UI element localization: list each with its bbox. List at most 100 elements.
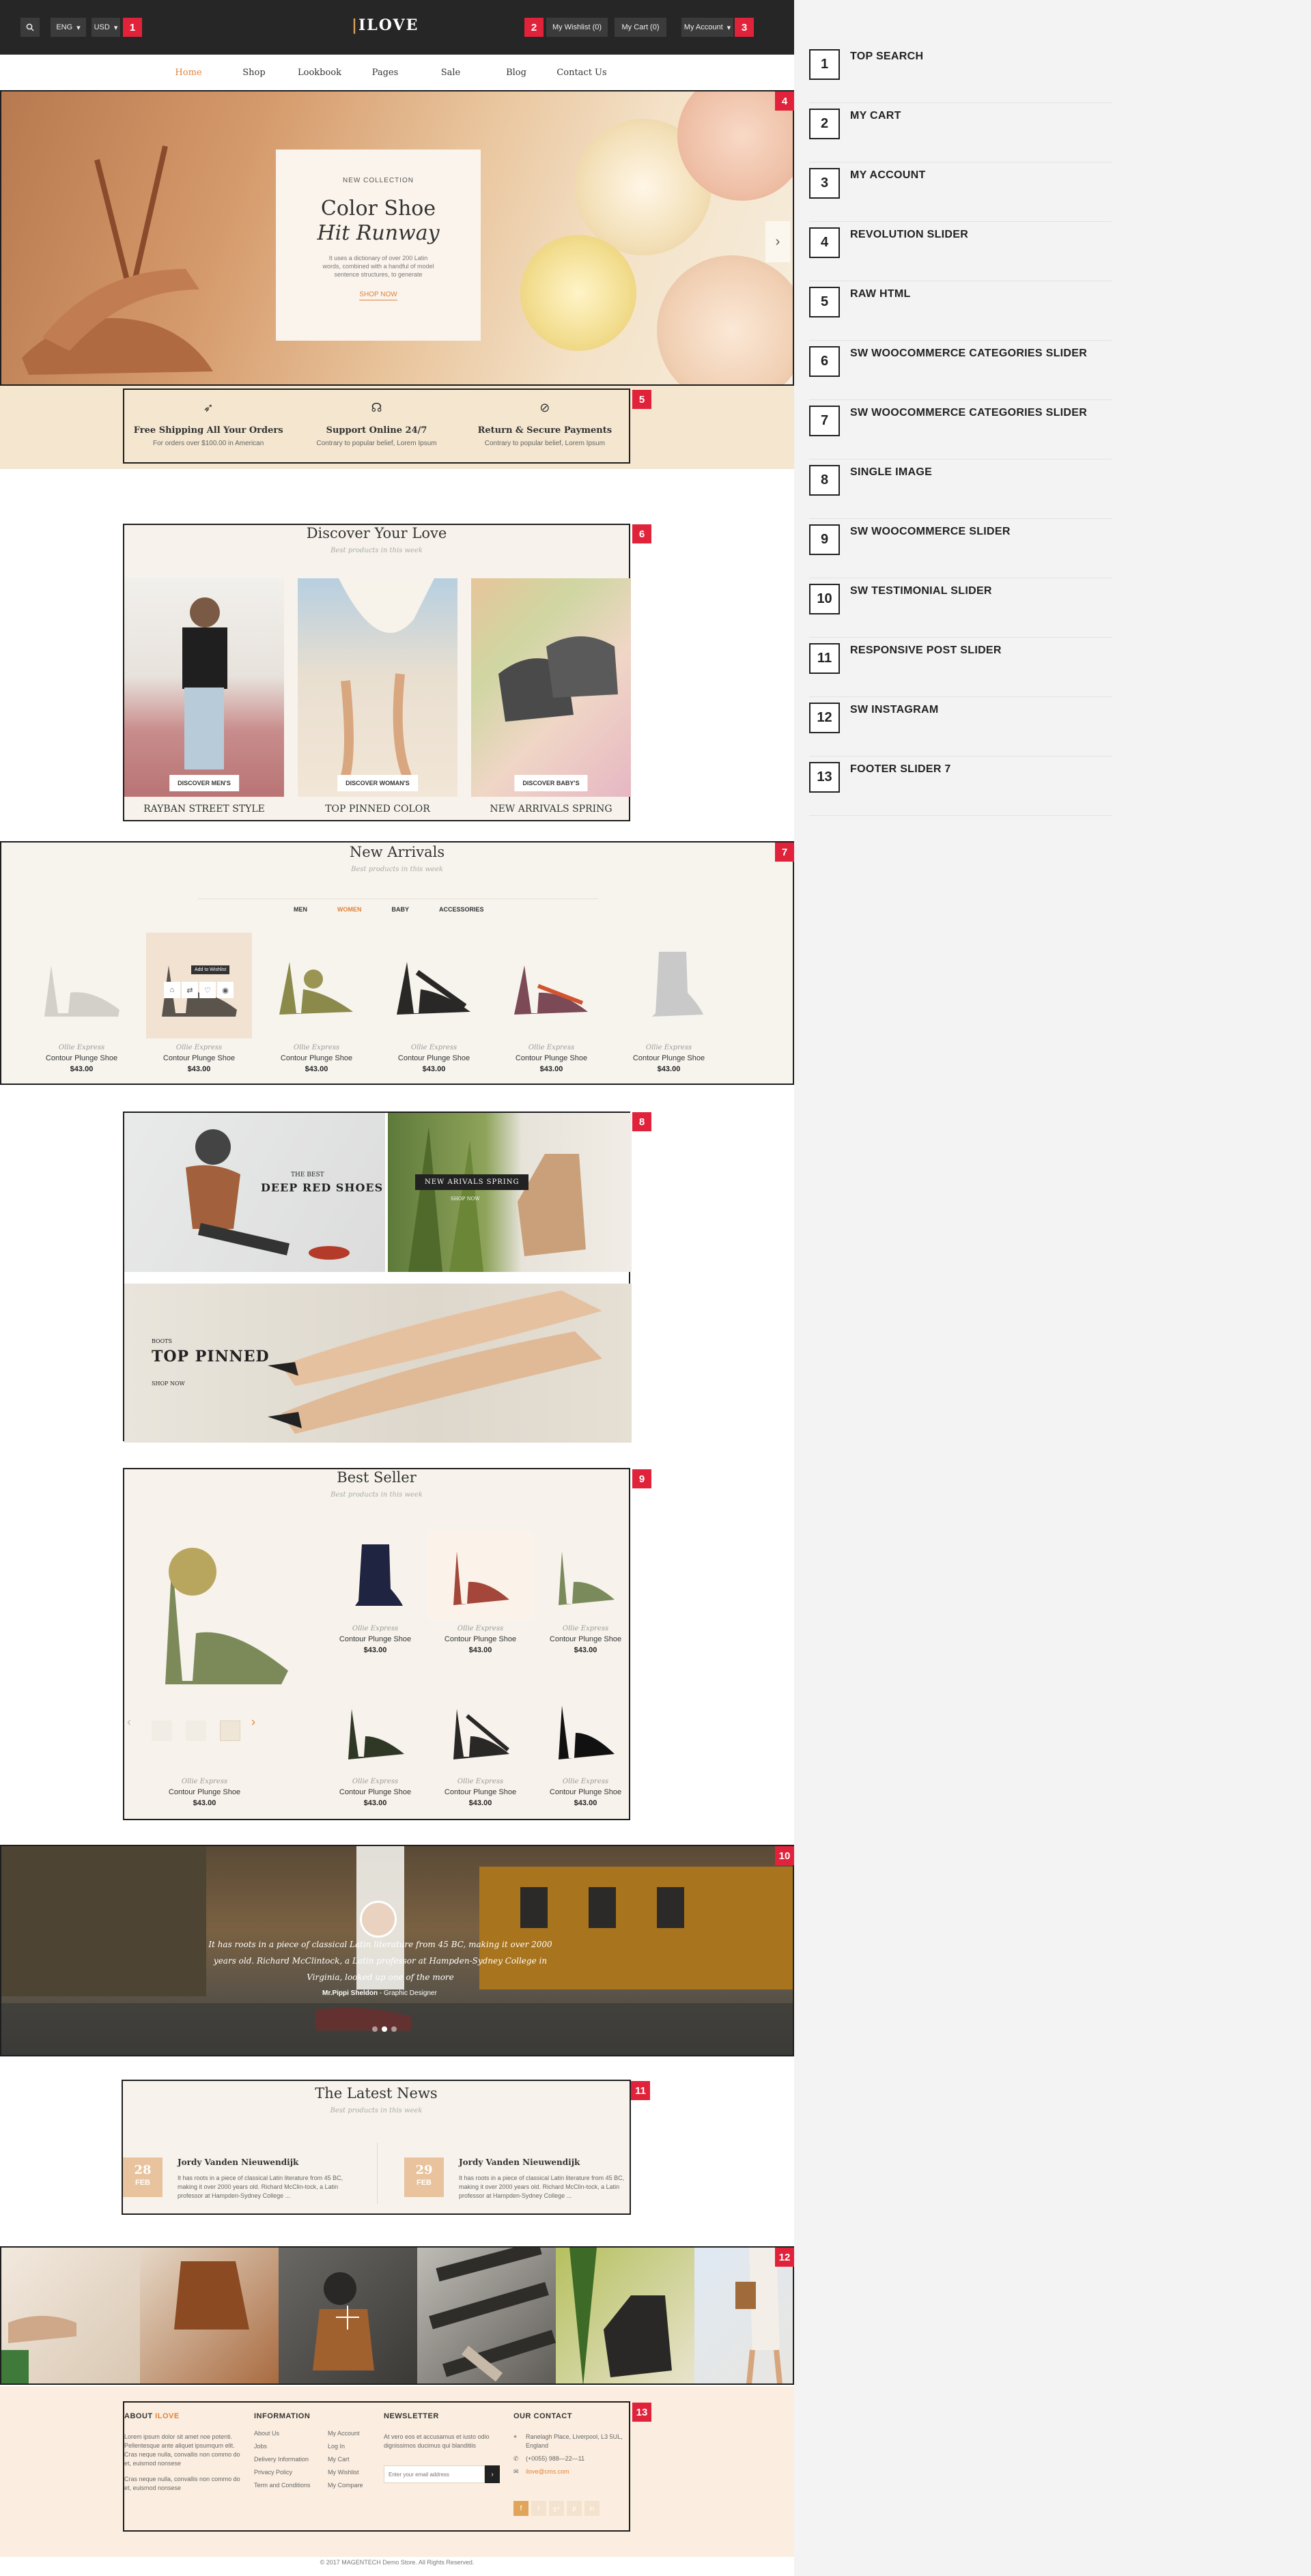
category-woman[interactable]: DISCOVER WOMAN'S bbox=[298, 578, 457, 797]
location-icon: ⌖ bbox=[513, 2433, 518, 2440]
chevron-down-icon: ▾ bbox=[113, 23, 118, 32]
wishlist-link[interactable]: My Wishlist (0) bbox=[546, 18, 608, 37]
chevron-left-icon[interactable]: ‹ bbox=[127, 1715, 131, 1729]
tab-baby[interactable]: BABY bbox=[392, 906, 410, 913]
thumbnail[interactable] bbox=[220, 1721, 240, 1741]
module-legend: 1 TOP SEARCH 2 MY CART 3 MY ACCOUNT 4 REVOLU… bbox=[809, 44, 1112, 816]
category-baby[interactable]: DISCOVER BABY'S bbox=[471, 578, 631, 797]
logo[interactable]: |ILOVE bbox=[352, 16, 419, 34]
footer-information: INFORMATION About Us Jobs Delivery Infor… bbox=[254, 2412, 377, 2489]
banner-image bbox=[408, 1127, 586, 1272]
newsletter-email-input[interactable] bbox=[384, 2465, 485, 2483]
footer-link[interactable]: Jobs bbox=[254, 2440, 311, 2453]
category-men[interactable]: DISCOVER MEN'S bbox=[124, 578, 284, 797]
main-nav: Home Shop Lookbook Pages Sale Blog Conta… bbox=[0, 55, 794, 90]
news-post[interactable]: 29 FEB Jordy Vanden Nieuwendijk It has ro… bbox=[404, 2149, 636, 2211]
instagram-tile[interactable] bbox=[417, 2248, 556, 2383]
product-card[interactable]: Ollie Express Contour Plunge Shoe $43.00 bbox=[322, 1531, 428, 1654]
banner-deep-red[interactable]: THE BEST DEEP RED SHOES bbox=[124, 1113, 385, 1272]
product-card[interactable]: Ollie Express Contour Plunge Shoe $43.00 bbox=[427, 1686, 533, 1807]
slider-dot[interactable] bbox=[372, 2026, 378, 2032]
nav-contact[interactable]: Contact Us bbox=[549, 68, 615, 78]
product-card-hover[interactable]: Add to Wishlist ⌂ ⇄ ♡ ◉ Ollie Express Co… bbox=[146, 933, 252, 1073]
footer-link[interactable]: My Cart bbox=[328, 2453, 363, 2466]
instagram-tile[interactable] bbox=[1, 2248, 140, 2383]
featured-product[interactable] bbox=[145, 1531, 302, 1688]
compare-icon[interactable]: ⇄ bbox=[182, 982, 198, 998]
eye-icon[interactable]: ◉ bbox=[217, 982, 234, 998]
twitter-icon[interactable]: t bbox=[531, 2501, 546, 2516]
tab-accessories[interactable]: ACCESSORIES bbox=[439, 906, 484, 913]
pinterest-icon[interactable]: p bbox=[567, 2501, 582, 2516]
chevron-right-icon[interactable]: › bbox=[251, 1715, 255, 1729]
footer-link[interactable]: My Account bbox=[328, 2427, 363, 2440]
category-label[interactable]: RAYBAN STREET STYLE bbox=[124, 804, 284, 815]
category-label[interactable]: TOP PINNED COLOR bbox=[298, 804, 457, 815]
instagram-tile[interactable] bbox=[694, 2248, 793, 2383]
badge-1: 1 bbox=[123, 18, 142, 37]
facebook-icon[interactable]: f bbox=[513, 2501, 528, 2516]
instagram-tile[interactable] bbox=[279, 2248, 417, 2383]
legend-item: 5 RAW HTML bbox=[809, 281, 1112, 341]
product-card[interactable]: Ollie Express Contour Plunge Shoe $43.00 bbox=[533, 1531, 638, 1654]
footer-link[interactable]: My Wishlist bbox=[328, 2466, 363, 2479]
bestseller-title: Best Seller bbox=[337, 1469, 417, 1486]
product-card[interactable]: Ollie Express Contour Plunge Shoe $43.00 bbox=[616, 933, 722, 1073]
category-label[interactable]: NEW ARRIVALS SPRING bbox=[471, 804, 631, 815]
badge-6: 6 bbox=[632, 524, 651, 543]
banner-new-arrivals[interactable]: NEW ARIVALS SPRING SHOP NOW bbox=[388, 1113, 632, 1272]
legend-item: 8 SINGLE IMAGE bbox=[809, 459, 1112, 519]
footer-link[interactable]: Delivery Information bbox=[254, 2453, 311, 2466]
instagram-image bbox=[429, 2248, 556, 2382]
currency-select[interactable]: USD ▾ bbox=[91, 18, 120, 37]
slider-next-button[interactable]: › bbox=[765, 221, 790, 262]
subscribe-button[interactable]: › bbox=[485, 2465, 500, 2483]
post-date: 29 FEB bbox=[404, 2157, 444, 2197]
cart-icon[interactable]: ⌂ bbox=[164, 982, 180, 998]
news-post[interactable]: 28 FEB Jordy Vanden Nieuwendijk It has ro… bbox=[123, 2149, 355, 2211]
footer-link[interactable]: My Compare bbox=[328, 2479, 363, 2492]
legend-item: 10 SW TESTIMONIAL SLIDER bbox=[809, 578, 1112, 638]
badge-2: 2 bbox=[524, 18, 544, 37]
nav-shop[interactable]: Shop bbox=[221, 68, 287, 78]
footer-link[interactable]: Privacy Policy bbox=[254, 2466, 311, 2479]
search-button[interactable] bbox=[20, 18, 40, 37]
product-card[interactable]: Ollie Express Contour Plunge Shoe $43.00 bbox=[381, 933, 487, 1073]
product-card[interactable]: Ollie Express Contour Plunge Shoe $43.00 bbox=[264, 933, 369, 1073]
hero-shop-now[interactable]: SHOP NOW bbox=[359, 291, 397, 300]
linkedin-icon[interactable]: in bbox=[584, 2501, 600, 2516]
hero-slider: NEW COLLECTION Color Shoe Hit Runway It u… bbox=[0, 90, 794, 386]
thumbnail[interactable] bbox=[186, 1721, 206, 1741]
post-date: 28 FEB bbox=[123, 2157, 163, 2197]
testimonial-author: Mr.Pippi Sheldon - Graphic Designer bbox=[322, 1990, 437, 1997]
product-card[interactable]: Ollie Express Contour Plunge Shoe $43.00 bbox=[498, 933, 604, 1073]
instagram-tile[interactable] bbox=[556, 2248, 694, 2383]
language-select[interactable]: ENG ▾ bbox=[51, 18, 86, 37]
nav-home[interactable]: Home bbox=[156, 68, 221, 78]
google-plus-icon[interactable]: g+ bbox=[549, 2501, 564, 2516]
banner-top-pinned[interactable]: BOOTS TOP PINNED SHOP NOW bbox=[124, 1284, 632, 1443]
hero-text: It uses a dictionary of over 200 Latin w… bbox=[322, 255, 434, 278]
slider-dot[interactable] bbox=[391, 2026, 397, 2032]
tab-men[interactable]: MEN bbox=[294, 906, 307, 913]
thumbnail[interactable] bbox=[152, 1721, 172, 1741]
instagram-tile[interactable] bbox=[140, 2248, 279, 2383]
nav-lookbook[interactable]: Lookbook bbox=[287, 68, 352, 78]
product-card[interactable]: Ollie Express Contour Plunge Shoe $43.00 bbox=[427, 1531, 533, 1654]
nav-pages[interactable]: Pages bbox=[352, 68, 418, 78]
product-card[interactable]: Ollie Express Contour Plunge Shoe $43.00 bbox=[322, 1686, 428, 1807]
product-card[interactable]: Ollie Express Contour Plunge Shoe $43.00 bbox=[152, 1772, 257, 1807]
categories-slider: Discover Your Love Best products in this… bbox=[123, 524, 631, 821]
footer-link[interactable]: Log In bbox=[328, 2440, 363, 2453]
heart-icon[interactable]: ♡ bbox=[199, 982, 216, 998]
account-menu[interactable]: My Account ▾ bbox=[681, 18, 733, 37]
nav-sale[interactable]: Sale bbox=[418, 68, 483, 78]
product-card[interactable]: Ollie Express Contour Plunge Shoe $43.00 bbox=[533, 1686, 638, 1807]
product-card[interactable]: Ollie Express Contour Plunge Shoe $43.00 bbox=[29, 933, 135, 1073]
cart-link[interactable]: My Cart (0) bbox=[615, 18, 666, 37]
footer-link[interactable]: Term and Conditions bbox=[254, 2479, 311, 2492]
nav-blog[interactable]: Blog bbox=[483, 68, 549, 78]
tab-women[interactable]: WOMEN bbox=[337, 906, 362, 913]
slider-dot[interactable] bbox=[382, 2026, 387, 2032]
footer-link[interactable]: About Us bbox=[254, 2427, 311, 2440]
